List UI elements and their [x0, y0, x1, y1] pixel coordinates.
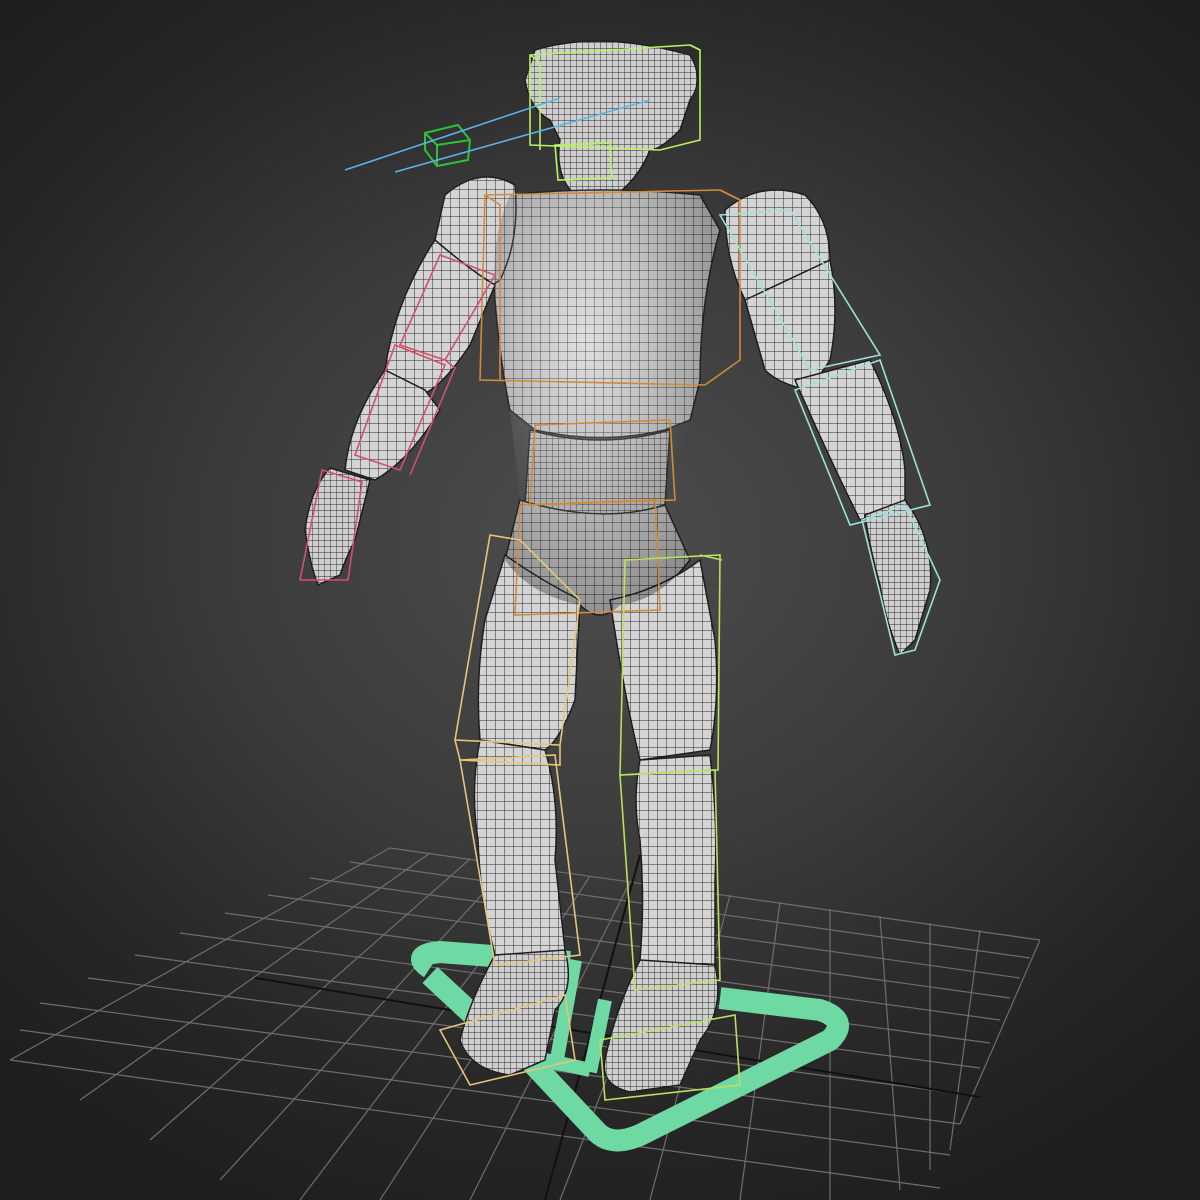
viewport-canvas[interactable]	[0, 0, 1200, 1200]
right-foot-mesh	[603, 959, 719, 1093]
right-shin-mesh	[635, 754, 717, 976]
left-hand-mesh	[304, 467, 371, 587]
perspective-viewport[interactable]	[0, 0, 1200, 1200]
